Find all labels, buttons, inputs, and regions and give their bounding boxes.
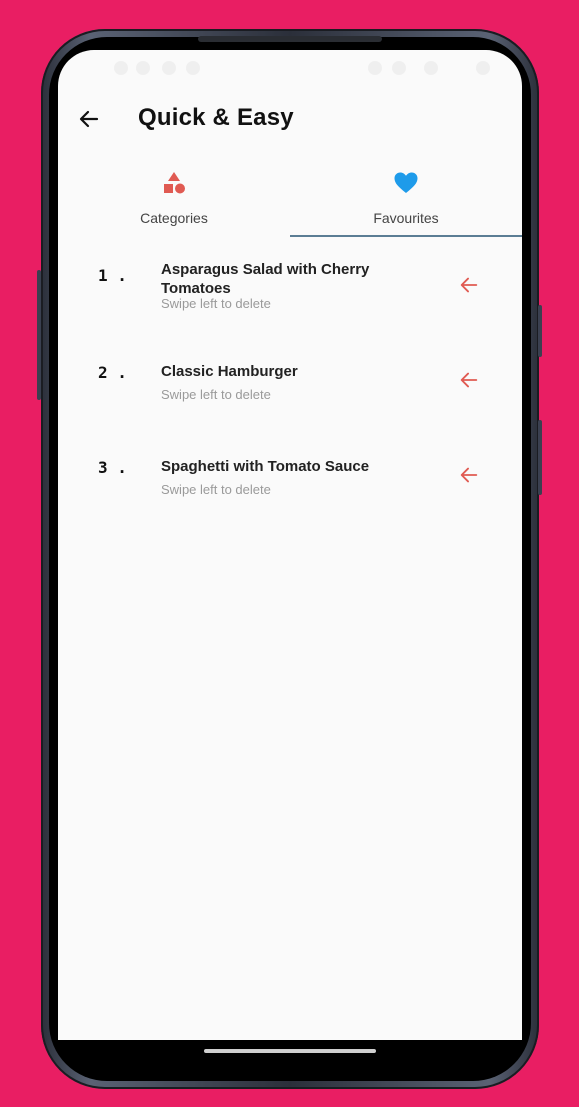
item-index: 2 .: [98, 363, 127, 382]
back-button[interactable]: [74, 104, 104, 134]
volume-button: [37, 270, 41, 400]
tab-favourites[interactable]: Favourites: [290, 160, 522, 236]
item-title: Spaghetti with Tomato Sauce: [161, 458, 370, 475]
heart-icon: [394, 172, 418, 193]
status-icon: [186, 61, 200, 75]
item-title: Asparagus Salad with Cherry Tomatoes: [161, 261, 370, 297]
delete-button[interactable]: [456, 462, 482, 488]
status-icon: [424, 61, 438, 75]
selected-tab-indicator: [290, 235, 522, 237]
tab-bar: Categories Favourites: [58, 160, 522, 238]
arrow-left-icon: [460, 277, 478, 293]
side-button: [538, 420, 542, 495]
item-index: 3 .: [98, 458, 127, 477]
status-icon: [162, 61, 176, 75]
list-item[interactable]: 2 . Classic Hamburger Swipe left to dele…: [58, 350, 522, 430]
status-icon: [368, 61, 382, 75]
shapes-icon: [164, 172, 185, 194]
item-hint: Swipe left to delete: [161, 296, 271, 311]
power-button: [538, 305, 542, 357]
delete-button[interactable]: [456, 367, 482, 393]
tab-categories-label: Categories: [140, 210, 208, 226]
arrow-left-icon: [460, 467, 478, 483]
item-hint: Swipe left to delete: [161, 387, 271, 402]
status-bar: [58, 50, 522, 88]
tab-categories[interactable]: Categories: [58, 160, 290, 236]
status-icon: [114, 61, 128, 75]
tab-favourites-label: Favourites: [373, 210, 439, 226]
delete-button[interactable]: [456, 272, 482, 298]
list-item[interactable]: 3 . Spaghetti with Tomato Sauce Swipe le…: [58, 445, 522, 525]
status-icon: [136, 61, 150, 75]
status-icon: [392, 61, 406, 75]
item-title: Classic Hamburger: [161, 363, 298, 380]
item-index: 1 .: [98, 266, 127, 285]
status-icon: [476, 61, 490, 75]
app-screen: Quick & Easy Categories Favourites 1 . A…: [58, 50, 522, 1040]
page-title: Quick & Easy: [138, 104, 294, 131]
app-bar: Quick & Easy: [58, 88, 522, 150]
home-indicator[interactable]: [204, 1049, 376, 1053]
item-hint: Swipe left to delete: [161, 482, 271, 497]
list-item[interactable]: 1 . Asparagus Salad with Cherry Tomatoes…: [58, 250, 522, 330]
arrow-left-icon: [460, 372, 478, 388]
speaker-grille: [198, 36, 382, 42]
system-nav-bar: [58, 1040, 522, 1070]
arrow-back-icon: [79, 110, 99, 128]
